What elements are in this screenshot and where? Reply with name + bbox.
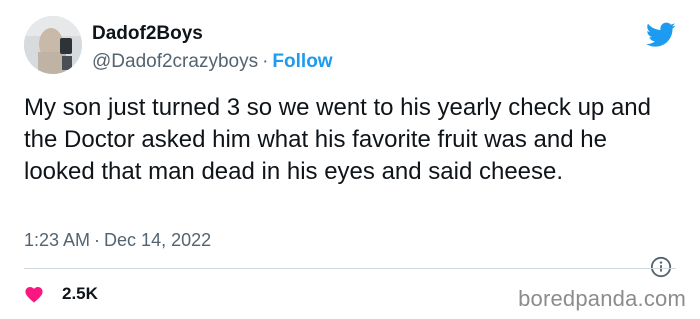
handle[interactable]: @Dadof2crazyboys [92,51,258,72]
tweet-timestamp[interactable]: 1:23 AM · Dec 14, 2022 [24,228,211,252]
avatar-image [24,16,82,74]
handle-row: @Dadof2crazyboys · Follow [92,49,333,75]
info-icon[interactable] [650,256,672,278]
heart-icon [25,286,43,303]
divider [24,268,676,269]
tweet-card: Dadof2Boys @Dadof2crazyboys · Follow My so… [0,0,700,319]
like-button[interactable]: 2.5K [24,282,98,306]
follow-button[interactable]: Follow [272,51,332,72]
meta-separator: · [94,230,101,250]
tweet-date: Dec 14, 2022 [104,230,212,250]
tweet-text: My son just turned 3 so we went to his y… [24,94,651,185]
tweet-time: 1:23 AM [24,230,91,250]
separator-dot: · [262,51,269,72]
display-name[interactable]: Dadof2Boys [92,22,333,46]
like-count: 2.5K [62,284,98,303]
avatar[interactable] [24,16,82,74]
author-block: Dadof2Boys @Dadof2crazyboys · Follow [92,22,333,75]
twitter-bird-icon[interactable] [646,22,676,48]
watermark: boredpanda.com [518,286,686,311]
